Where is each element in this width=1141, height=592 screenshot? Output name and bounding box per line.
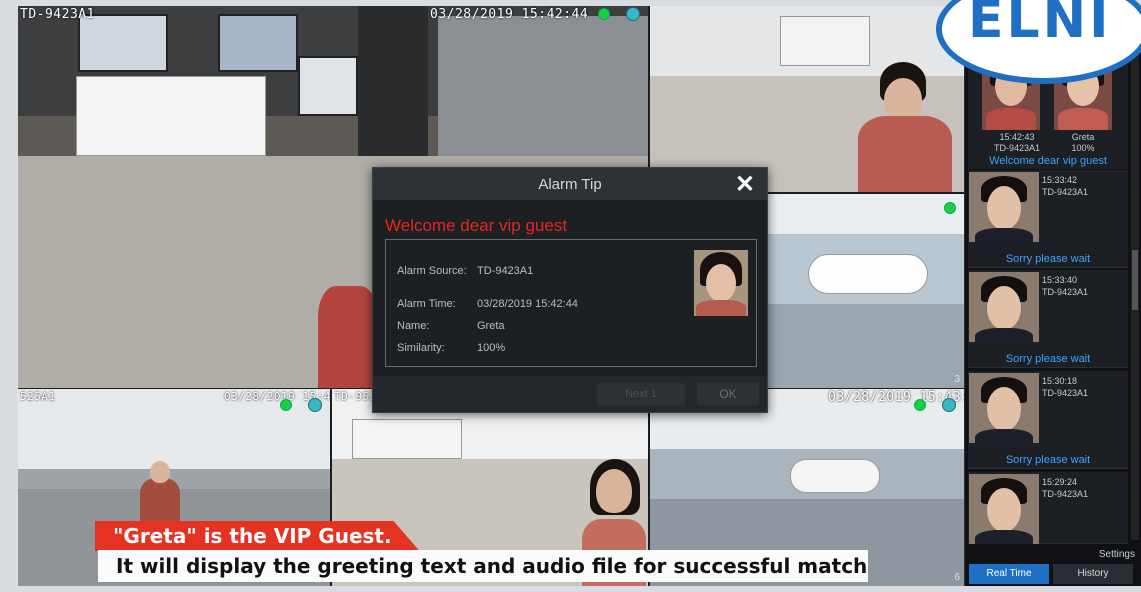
greeting-text: Welcome dear vip guest xyxy=(385,216,568,235)
ok-button[interactable]: OK xyxy=(697,383,759,405)
video-wall xyxy=(78,14,168,72)
video-wall xyxy=(218,14,298,72)
display-counter xyxy=(790,459,880,493)
face-capture-card[interactable]: 15:33:40 TD-9423A1 Sorry please wait xyxy=(968,270,1128,368)
dialog-footer: Next 1 OK xyxy=(373,376,767,412)
person-woman-plaid xyxy=(850,56,960,192)
dialog-title: Alarm Tip xyxy=(538,176,602,193)
matched-face-photo xyxy=(694,250,748,316)
capture-time: 15:42:43 xyxy=(999,132,1035,142)
pillar xyxy=(358,6,428,156)
ceiling xyxy=(768,194,964,234)
record-indicator-icon xyxy=(308,398,322,412)
face-capture-card[interactable]: 15:29:24 TD-9423A1 xyxy=(968,472,1128,544)
person-walking xyxy=(140,459,180,529)
name-label: Name: xyxy=(397,320,430,332)
alarm-tip-dialog: Alarm Tip ✕ Welcome dear vip guest Alarm… xyxy=(372,167,768,413)
online-indicator-icon xyxy=(598,8,610,20)
face-recognition-panel: 15:42:43 TD-9423A1 Greta 100% Welcome de… xyxy=(964,6,1141,586)
vip-greeting-status: Welcome dear vip guest xyxy=(989,155,1107,167)
next-label: Next xyxy=(625,388,648,400)
dialog-header: Alarm Tip ✕ xyxy=(373,168,767,200)
similarity-value: 100% xyxy=(1071,143,1095,153)
similarity-label: Similarity: xyxy=(397,342,445,354)
alarm-source-value: TD-9423A1 xyxy=(477,265,534,277)
captured-meta: 15:42:43 TD-9423A1 xyxy=(982,132,1052,154)
capture-info: 15:30:18 TD-9423A1 xyxy=(1042,375,1088,399)
capture-info: 15:33:42 TD-9423A1 xyxy=(1042,174,1088,198)
camera-timestamp: 03/28/2019 15:42:44 xyxy=(430,7,589,22)
capture-info: 15:33:40 TD-9423A1 xyxy=(1042,274,1088,298)
captured-face-thumbnail xyxy=(969,373,1039,443)
caption-subline: It will display the greeting text and au… xyxy=(98,550,868,582)
nvr-live-view: TD-9423A1 03/28/2019 15:42:44 3 525A1 03… xyxy=(18,6,1141,586)
caption-headline: "Greta" is the VIP Guest. xyxy=(95,521,420,551)
floor xyxy=(768,304,964,388)
face-capture-card[interactable]: 15:33:42 TD-9423A1 Sorry please wait xyxy=(968,170,1128,268)
captured-face-thumbnail xyxy=(969,172,1039,242)
alarm-source-label: Alarm Source: xyxy=(397,265,467,277)
online-indicator-icon xyxy=(944,202,956,214)
camera-display xyxy=(438,16,648,156)
camera-label: TD-9423A1 xyxy=(20,7,95,22)
captured-face-thumbnail xyxy=(969,474,1039,544)
record-indicator-icon xyxy=(626,7,640,21)
close-icon[interactable]: ✕ xyxy=(735,170,755,199)
next-button[interactable]: Next 1 xyxy=(597,383,685,405)
record-indicator-icon xyxy=(942,398,956,412)
settings-button[interactable]: Settings xyxy=(1099,549,1135,560)
display-counter xyxy=(76,76,266,156)
name-value: Greta xyxy=(477,320,505,332)
online-indicator-icon xyxy=(280,399,292,411)
capture-source: TD-9423A1 xyxy=(1042,187,1089,197)
next-count: 1 xyxy=(650,388,657,400)
capture-time: 15:33:42 xyxy=(1042,175,1078,185)
alarm-time-value: 03/28/2019 15:42:44 xyxy=(477,298,578,310)
capture-source: TD-9423A1 xyxy=(1042,287,1089,297)
brand-logo-text: ELNI xyxy=(968,0,1112,50)
alarm-details: Alarm Source: TD-9423A1 Alarm Time: 03/2… xyxy=(385,239,757,367)
alarm-time-label: Alarm Time: xyxy=(397,298,456,310)
tab-real-time[interactable]: Real Time xyxy=(969,564,1049,584)
capture-time: 15:30:18 xyxy=(1042,376,1078,386)
video-wall xyxy=(298,56,358,116)
captured-face-thumbnail xyxy=(969,272,1039,342)
capture-time: 15:29:24 xyxy=(1042,477,1078,487)
display-counter xyxy=(808,254,928,294)
tab-history[interactable]: History xyxy=(1053,564,1133,584)
capture-source: TD-9423A1 xyxy=(1042,489,1089,499)
display-counter xyxy=(352,419,462,459)
enrolled-meta: Greta 100% xyxy=(1048,132,1118,154)
online-indicator-icon xyxy=(914,399,926,411)
camera-tile-2[interactable] xyxy=(650,6,964,192)
guest-name: Greta xyxy=(1071,132,1095,142)
tile-number: 6 xyxy=(954,572,960,583)
camera-tile-3[interactable]: 3 xyxy=(768,194,964,388)
capture-info: 15:29:24 TD-9423A1 xyxy=(1042,476,1088,500)
face-capture-card[interactable]: 15:30:18 TD-9423A1 Sorry please wait xyxy=(968,371,1128,469)
capture-source: TD-9423A1 xyxy=(1042,388,1089,398)
panel-scrollbar[interactable] xyxy=(1131,10,1139,540)
match-status: Sorry please wait xyxy=(1005,253,1091,265)
match-status: Sorry please wait xyxy=(1005,353,1091,365)
capture-time: 15:33:40 xyxy=(1042,275,1078,285)
tile-number: 3 xyxy=(954,374,960,385)
person-red-shirt xyxy=(318,286,378,388)
similarity-value: 100% xyxy=(477,342,506,354)
match-status: Sorry please wait xyxy=(1005,454,1091,466)
scrollbar-thumb[interactable] xyxy=(1132,250,1138,310)
capture-source: TD-9423A1 xyxy=(993,143,1041,153)
camera-label: 525A1 xyxy=(20,390,56,403)
